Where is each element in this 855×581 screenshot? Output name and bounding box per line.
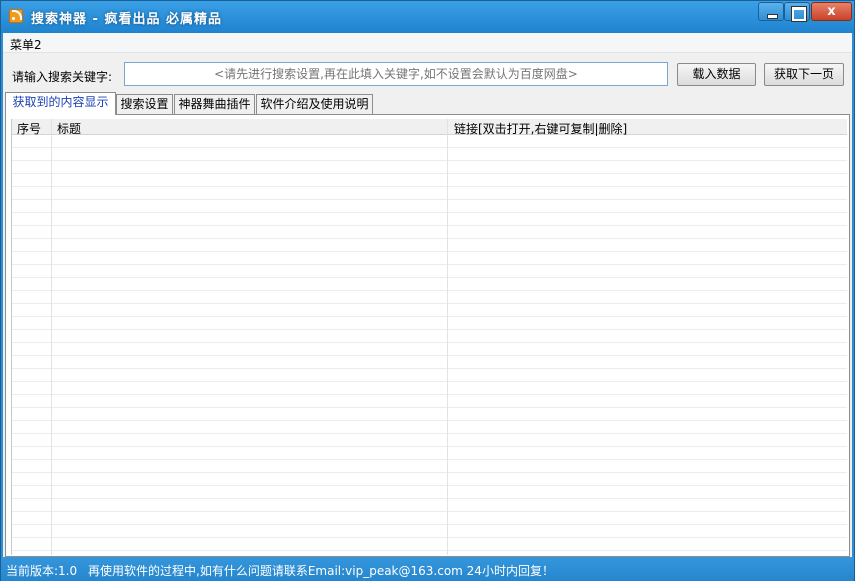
close-button[interactable]: x [811, 2, 852, 21]
status-bar: 当前版本:1.0 再使用软件的过程中,如有什么问题请联系Email:vip_pe… [1, 557, 854, 581]
load-data-button[interactable]: 载入数据 [677, 63, 756, 86]
window-title: 搜索神器 - 疯看出品 必属精品 [31, 12, 222, 27]
tab-content-display[interactable]: 获取到的内容显示 [5, 92, 116, 115]
tab-search-settings[interactable]: 搜索设置 [116, 94, 173, 114]
keyword-input[interactable] [124, 62, 668, 86]
column-divider [51, 119, 52, 555]
results-table[interactable]: 序号 标题 链接[双击打开,右键可复制|删除] [11, 119, 847, 555]
title-bar[interactable]: 搜索神器 - 疯看出品 必属精品 x [1, 1, 854, 33]
version-text: 当前版本:1.0 [6, 564, 78, 578]
next-page-button[interactable]: 获取下一页 [764, 63, 844, 86]
keyword-label: 请输入搜索关键字: [12, 70, 113, 84]
menu-item-2[interactable]: 菜单2 [10, 36, 42, 53]
app-window: 搜索神器 - 疯看出品 必属精品 x 菜单2 请输入搜索关键字: 载入数据 获取… [0, 0, 855, 581]
minimize-button[interactable] [758, 2, 784, 21]
contact-message: 再使用软件的过程中,如有什么问题请联系Email:vip_peak@163.co… [88, 564, 554, 578]
column-header-title[interactable]: 标题 [57, 120, 81, 137]
client-area: 菜单2 请输入搜索关键字: 载入数据 获取下一页 获取到的内容显示 搜索设置 神… [3, 33, 852, 557]
tab-dance-plugin[interactable]: 神器舞曲插件 [174, 94, 255, 114]
close-icon: x [827, 4, 836, 19]
column-header-link[interactable]: 链接[双击打开,右键可复制|删除] [454, 120, 627, 137]
tab-panel: 序号 标题 链接[双击打开,右键可复制|删除] [5, 114, 850, 557]
menu-bar: 菜单2 [3, 33, 852, 53]
column-header-index[interactable]: 序号 [17, 120, 41, 137]
tab-software-guide[interactable]: 软件介绍及使用说明 [256, 94, 373, 114]
column-divider [447, 119, 448, 555]
rss-icon [9, 9, 23, 23]
tab-strip: 获取到的内容显示 搜索设置 神器舞曲插件 软件介绍及使用说明 [3, 92, 852, 115]
table-header: 序号 标题 链接[双击打开,右键可复制|删除] [12, 119, 847, 137]
maximize-button[interactable] [784, 2, 810, 22]
